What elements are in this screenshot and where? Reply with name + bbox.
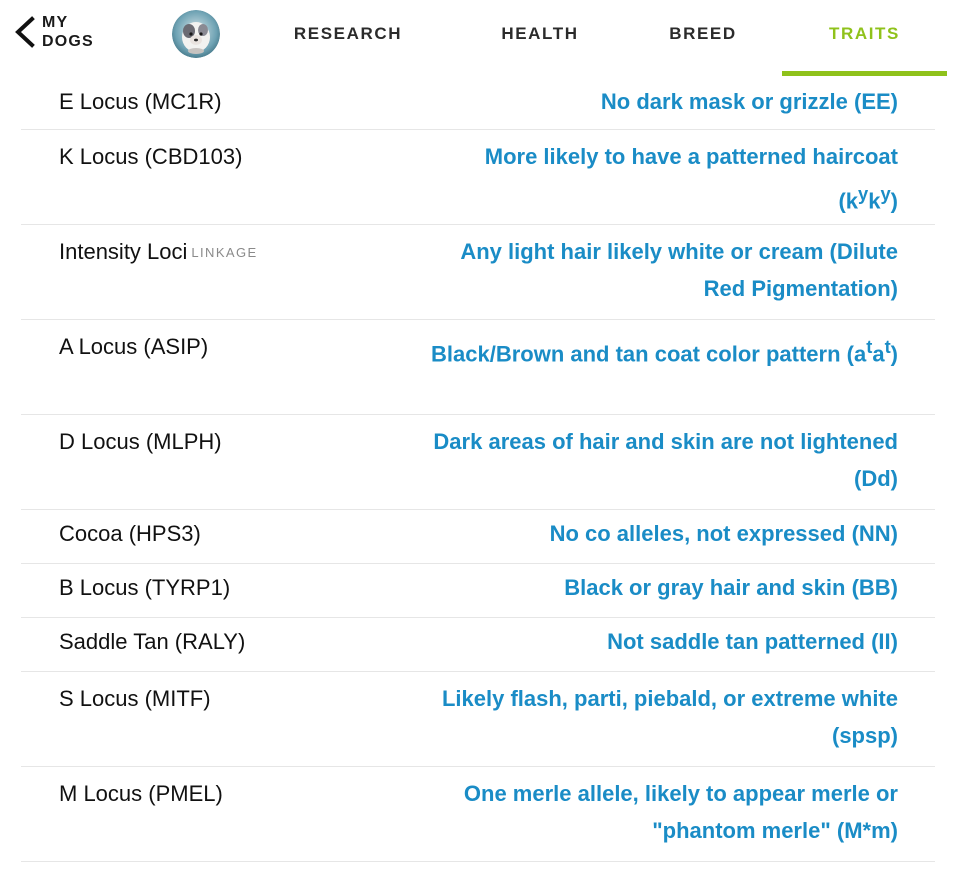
tab-breed[interactable]: BREED bbox=[640, 0, 766, 76]
trait-row-k-locus[interactable]: K Locus (CBD103) More likely to have a p… bbox=[21, 130, 935, 225]
trait-value: Likely flash, parti, piebald, or extreme… bbox=[441, 686, 898, 748]
trait-row-intensity-loci[interactable]: Intensity Loci LINKAGE Any light hair lik… bbox=[21, 225, 935, 320]
back-to-my-dogs-link[interactable]: MY DOGS bbox=[10, 10, 102, 54]
tab-traits[interactable]: TRAITS bbox=[782, 0, 947, 76]
tab-health[interactable]: HEALTH bbox=[470, 0, 610, 76]
trait-name: M Locus (PMEL) bbox=[59, 781, 223, 806]
genotype-superscript: y bbox=[858, 183, 869, 204]
trait-value: More likely to have a patterned haircoat… bbox=[428, 138, 898, 219]
trait-row-d-locus[interactable]: D Locus (MLPH) Dark areas of hair and sk… bbox=[21, 415, 935, 510]
genotype-allele: k bbox=[845, 188, 859, 214]
trait-name: D Locus (MLPH) bbox=[59, 429, 222, 454]
top-navigation: MY DOGS RESEARCH HEALTH BREED TRAITS bbox=[0, 0, 962, 76]
genotype-allele: a bbox=[853, 341, 867, 367]
trait-value: Any light hair likely white or cream (Di… bbox=[460, 239, 898, 301]
trait-value-text: More likely to have a patterned haircoat… bbox=[484, 144, 898, 214]
tab-breed-label: BREED bbox=[669, 24, 737, 43]
dog-photo-image bbox=[172, 10, 220, 58]
trait-value-end: ) bbox=[890, 341, 898, 367]
trait-name-text: Intensity Loci bbox=[59, 239, 188, 264]
trait-name: K Locus (CBD103) bbox=[59, 144, 243, 169]
chevron-left-icon bbox=[15, 16, 35, 48]
back-label: MY DOGS bbox=[42, 14, 94, 50]
genotype-superscript: y bbox=[880, 183, 891, 204]
trait-row-s-locus[interactable]: S Locus (MITF) Likely flash, parti, pieb… bbox=[21, 672, 935, 767]
genotype-allele: a bbox=[872, 341, 885, 367]
trait-value: One merle allele, likely to appear merle… bbox=[463, 781, 898, 843]
trait-name: Intensity Loci LINKAGE bbox=[59, 237, 258, 268]
trait-value: No dark mask or grizzle (EE) bbox=[600, 89, 898, 114]
trait-name: Cocoa (HPS3) bbox=[59, 521, 201, 546]
trait-row-a-locus[interactable]: A Locus (ASIP) Black/Brown and tan coat … bbox=[21, 320, 935, 415]
linkage-tag: LINKAGE bbox=[191, 245, 258, 260]
tab-health-label: HEALTH bbox=[501, 24, 579, 43]
traits-list: E Locus (MC1R) No dark mask or grizzle (… bbox=[21, 76, 935, 862]
trait-value: Dark areas of hair and skin are not ligh… bbox=[433, 429, 898, 491]
trait-row-saddle-tan[interactable]: Saddle Tan (RALY) Not saddle tan pattern… bbox=[21, 618, 935, 672]
trait-value: Black or gray hair and skin (BB) bbox=[564, 575, 898, 600]
trait-name: A Locus (ASIP) bbox=[59, 334, 209, 359]
trait-value-text: Black/Brown and tan coat color pattern ( bbox=[431, 341, 854, 367]
tab-research[interactable]: RESEARCH bbox=[270, 0, 426, 76]
dog-avatar[interactable] bbox=[172, 10, 220, 58]
trait-row-e-locus[interactable]: E Locus (MC1R) No dark mask or grizzle (… bbox=[21, 76, 935, 130]
trait-name: S Locus (MITF) bbox=[59, 686, 211, 711]
trait-name: B Locus (TYRP1) bbox=[59, 575, 231, 600]
trait-row-m-locus[interactable]: M Locus (PMEL) One merle allele, likely … bbox=[21, 767, 935, 862]
trait-name: Saddle Tan (RALY) bbox=[59, 629, 246, 654]
trait-value: No co alleles, not expressed (NN) bbox=[549, 521, 898, 546]
tab-traits-label: TRAITS bbox=[829, 24, 900, 43]
trait-row-b-locus[interactable]: B Locus (TYRP1) Black or gray hair and s… bbox=[21, 564, 935, 618]
trait-value: Black/Brown and tan coat color pattern (… bbox=[431, 328, 898, 372]
trait-name: E Locus (MC1R) bbox=[59, 89, 222, 114]
trait-value-end: ) bbox=[890, 188, 898, 214]
genotype-allele: k bbox=[868, 188, 881, 214]
trait-row-cocoa[interactable]: Cocoa (HPS3) No co alleles, not expresse… bbox=[21, 510, 935, 564]
trait-value: Not saddle tan patterned (II) bbox=[607, 629, 898, 654]
tab-research-label: RESEARCH bbox=[293, 24, 403, 43]
